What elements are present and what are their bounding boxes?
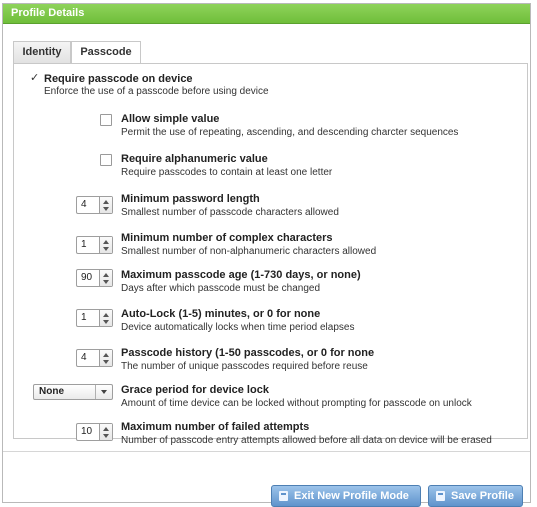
footer-divider (3, 451, 530, 452)
exit-new-profile-mode-button[interactable]: Exit New Profile Mode (271, 485, 421, 507)
max-failed-value: 10 (81, 426, 93, 437)
require-alphanumeric-description: Require passcodes to contain at least on… (121, 167, 333, 178)
stepper-arrows-icon[interactable] (99, 424, 112, 440)
min-complex-label: Minimum number of complex characters (121, 232, 333, 244)
auto-lock-label: Auto-Lock (1-5) minutes, or 0 for none (121, 308, 321, 320)
allow-simple-description: Permit the use of repeating, ascending, … (121, 127, 459, 138)
max-age-stepper[interactable]: 90 (76, 269, 113, 287)
history-description: The number of unique passcodes required … (121, 361, 368, 372)
max-failed-stepper[interactable]: 10 (76, 423, 113, 441)
stepper-arrows-icon[interactable] (99, 197, 112, 213)
save-profile-button[interactable]: Save Profile (428, 485, 523, 507)
exit-new-profile-mode-label: Exit New Profile Mode (294, 490, 409, 502)
require-passcode-description: Enforce the use of a passcode before usi… (44, 86, 269, 97)
history-value: 4 (81, 352, 87, 363)
chevron-down-icon[interactable] (95, 385, 112, 399)
document-icon (436, 491, 445, 501)
document-icon (279, 491, 288, 501)
auto-lock-description: Device automatically locks when time per… (121, 322, 355, 333)
passcode-panel: ✓ Require passcode on device Enforce the… (13, 63, 528, 446)
require-passcode-checkbox[interactable]: ✓ (28, 72, 40, 85)
min-length-value: 4 (81, 199, 87, 210)
auto-lock-stepper[interactable]: 1 (76, 309, 113, 327)
tab-identity[interactable]: Identity (13, 41, 71, 63)
history-label: Passcode history (1-50 passcodes, or 0 f… (121, 347, 375, 359)
stepper-arrows-icon[interactable] (99, 270, 112, 286)
grace-period-select[interactable]: None (33, 384, 113, 400)
grace-period-value: None (39, 386, 64, 397)
min-length-label: Minimum password length (121, 193, 260, 205)
stepper-arrows-icon[interactable] (99, 237, 112, 253)
allow-simple-checkbox[interactable] (100, 114, 112, 126)
profile-details-window: Profile Details Identity Passcode ✓ Requ… (2, 3, 531, 507)
window-titlebar: Profile Details (3, 4, 530, 24)
min-complex-value: 1 (81, 239, 87, 250)
require-alphanumeric-checkbox[interactable] (100, 154, 112, 166)
min-complex-stepper[interactable]: 1 (76, 236, 113, 254)
tab-passcode[interactable]: Passcode (71, 41, 141, 64)
stepper-arrows-icon[interactable] (99, 350, 112, 366)
max-age-description: Days after which passcode must be change… (121, 283, 320, 294)
min-complex-description: Smallest number of non-alphanumeric char… (121, 246, 377, 257)
max-failed-label: Maximum number of failed attempts (121, 421, 310, 433)
max-age-label: Maximum passcode age (1-730 days, or non… (121, 269, 361, 281)
max-age-value: 90 (81, 272, 93, 283)
grace-period-description: Amount of time device can be locked with… (121, 398, 472, 409)
window-title: Profile Details (11, 7, 85, 19)
grace-period-label: Grace period for device lock (121, 384, 269, 396)
check-icon: ✓ (30, 72, 40, 84)
max-failed-description: Number of passcode entry attempts allowe… (121, 435, 492, 446)
require-passcode-label: Require passcode on device (44, 73, 193, 85)
require-alphanumeric-label: Require alphanumeric value (121, 153, 268, 165)
stepper-arrows-icon[interactable] (99, 310, 112, 326)
history-stepper[interactable]: 4 (76, 349, 113, 367)
auto-lock-value: 1 (81, 312, 87, 323)
min-length-stepper[interactable]: 4 (76, 196, 113, 214)
allow-simple-label: Allow simple value (121, 113, 220, 125)
min-length-description: Smallest number of passcode characters a… (121, 207, 339, 218)
save-profile-label: Save Profile (451, 490, 514, 502)
